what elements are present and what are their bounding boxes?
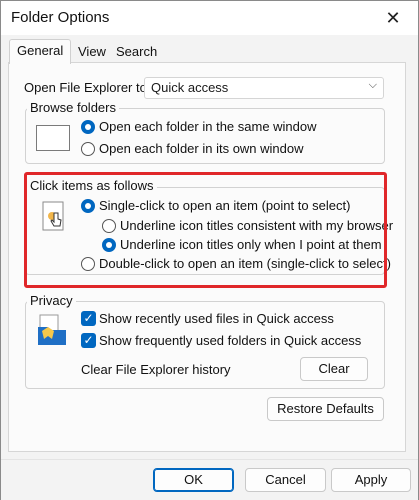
- clear-button[interactable]: Clear: [300, 357, 368, 381]
- frequent-folders-checkbox[interactable]: ✓: [81, 333, 96, 348]
- privacy-title: Privacy: [27, 293, 76, 308]
- browse-folders-title: Browse folders: [27, 100, 119, 115]
- open-explorer-value: Quick access: [151, 80, 229, 95]
- chevron-down-icon: ⌵: [368, 79, 377, 91]
- window-title: Folder Options: [11, 9, 110, 26]
- red-highlight-box: [24, 172, 387, 288]
- tab-view[interactable]: View: [71, 41, 113, 63]
- own-window-label[interactable]: Open each folder in its own window: [99, 141, 304, 156]
- recent-files-checkbox[interactable]: ✓: [81, 311, 96, 326]
- recent-files-label[interactable]: Show recently used files in Quick access: [99, 311, 334, 326]
- tab-search[interactable]: Search: [109, 41, 164, 63]
- ok-button[interactable]: OK: [153, 468, 234, 492]
- restore-defaults-button[interactable]: Restore Defaults: [267, 397, 384, 421]
- tab-general[interactable]: General: [9, 39, 72, 64]
- folder-options-window: Folder Options ✕ General View Search Ope…: [0, 0, 419, 500]
- same-window-label[interactable]: Open each folder in the same window: [99, 119, 317, 134]
- open-explorer-label: Open File Explorer to:: [24, 80, 151, 95]
- cancel-button[interactable]: Cancel: [245, 468, 326, 492]
- apply-button[interactable]: Apply: [331, 468, 411, 492]
- own-window-radio[interactable]: [81, 142, 95, 156]
- close-icon[interactable]: ✕: [382, 7, 404, 29]
- clear-history-label: Clear File Explorer history: [81, 362, 231, 377]
- privacy-folder-icon: [36, 313, 70, 347]
- frequent-folders-label[interactable]: Show frequently used folders in Quick ac…: [99, 333, 361, 348]
- window-preview-icon: [36, 125, 70, 151]
- title-bar: Folder Options ✕: [1, 1, 418, 35]
- open-explorer-dropdown[interactable]: Quick access ⌵: [144, 77, 384, 99]
- same-window-radio[interactable]: [81, 120, 95, 134]
